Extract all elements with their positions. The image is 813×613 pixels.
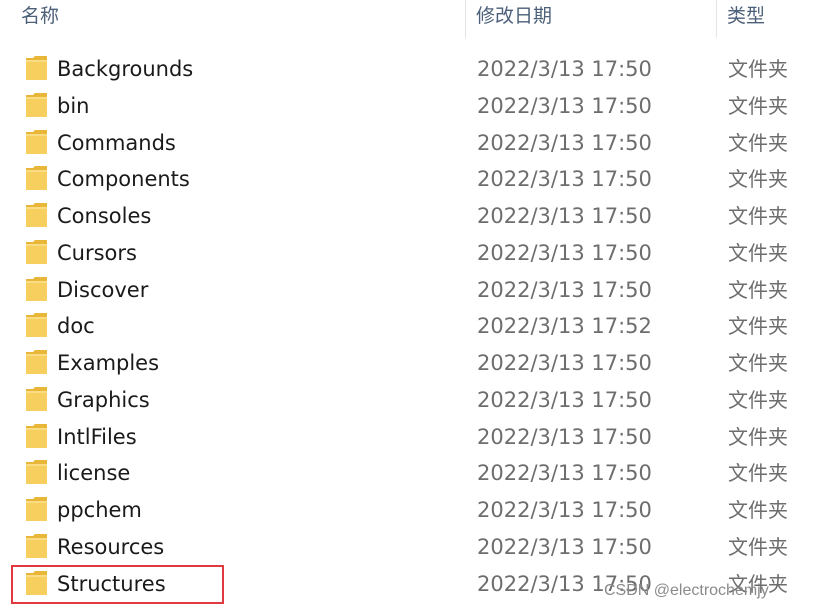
file-type: 文件夹 xyxy=(728,130,788,155)
file-row[interactable]: Cursors 2022/3/13 17:50 文件夹 xyxy=(0,235,813,272)
file-name: Resources xyxy=(57,534,165,559)
date-modified: 2022/3/13 17:50 xyxy=(477,167,652,192)
file-list: Backgrounds 2022/3/13 17:50 文件夹 bin 2022/3/1… xyxy=(0,51,813,602)
column-header-date-modified[interactable]: 修改日期 xyxy=(476,0,712,38)
folder-icon xyxy=(26,570,47,595)
file-type: 文件夹 xyxy=(728,314,788,339)
date-modified: 2022/3/13 17:50 xyxy=(477,498,652,522)
file-name: Structures xyxy=(57,571,166,596)
column-divider[interactable] xyxy=(465,0,466,38)
date-modified: 2022/3/13 17:50 xyxy=(477,57,652,81)
file-type: 文件夹 xyxy=(728,57,788,81)
folder-icon xyxy=(26,56,47,80)
date-modified: 2022/3/13 17:50 xyxy=(477,240,652,265)
file-type: 文件夹 xyxy=(728,387,788,412)
folder-icon xyxy=(26,239,47,264)
date-modified: 2022/3/13 17:50 xyxy=(477,277,652,302)
date-modified: 2022/3/13 17:50 xyxy=(477,351,652,375)
file-name: Commands xyxy=(57,130,176,155)
file-row[interactable]: Examples 2022/3/13 17:50 文件夹 xyxy=(0,345,813,382)
file-row[interactable]: license 2022/3/13 17:50 文件夹 xyxy=(0,455,813,492)
folder-icon xyxy=(26,386,47,411)
file-name: Consoles xyxy=(57,204,152,228)
file-row[interactable]: Components 2022/3/13 17:50 文件夹 xyxy=(0,161,813,198)
file-type: 文件夹 xyxy=(728,534,788,559)
file-name: Examples xyxy=(57,351,160,375)
file-row[interactable]: Graphics 2022/3/13 17:50 文件夹 xyxy=(0,382,813,419)
folder-icon xyxy=(26,203,47,227)
file-row[interactable]: Backgrounds 2022/3/13 17:50 文件夹 xyxy=(0,51,813,88)
file-name: Graphics xyxy=(57,387,150,412)
file-name: ppchem xyxy=(57,498,142,522)
file-type: 文件夹 xyxy=(728,240,788,265)
file-name: doc xyxy=(57,314,95,339)
file-type: 文件夹 xyxy=(728,461,788,486)
file-row[interactable]: Commands 2022/3/13 17:50 文件夹 xyxy=(0,125,813,162)
folder-icon xyxy=(26,350,47,374)
folder-icon xyxy=(26,423,47,448)
file-row[interactable]: bin 2022/3/13 17:50 文件夹 xyxy=(0,88,813,125)
file-type: 文件夹 xyxy=(728,93,788,118)
folder-icon xyxy=(26,313,47,338)
date-modified: 2022/3/13 17:50 xyxy=(477,424,652,449)
date-modified: 2022/3/13 17:50 xyxy=(477,204,652,228)
file-name: IntlFiles xyxy=(57,424,137,449)
file-type: 文件夹 xyxy=(728,277,788,302)
folder-icon xyxy=(26,129,47,154)
file-row[interactable]: Resources 2022/3/13 17:50 文件夹 xyxy=(0,529,813,566)
file-name: Backgrounds xyxy=(57,57,194,81)
file-row[interactable]: ppchem 2022/3/13 17:50 文件夹 xyxy=(0,492,813,529)
folder-icon xyxy=(26,276,47,301)
date-modified: 2022/3/13 17:52 xyxy=(477,314,652,339)
column-header-type[interactable]: 类型 xyxy=(727,0,813,38)
date-modified: 2022/3/13 17:50 xyxy=(477,461,652,486)
file-row[interactable]: IntlFiles 2022/3/13 17:50 文件夹 xyxy=(0,419,813,456)
folder-icon xyxy=(26,92,47,117)
folder-icon xyxy=(26,460,47,485)
file-type: 文件夹 xyxy=(728,424,788,449)
file-type: 文件夹 xyxy=(728,204,788,228)
file-row[interactable]: Discover 2022/3/13 17:50 文件夹 xyxy=(0,272,813,309)
watermark: CSDN @electrochemjy xyxy=(604,582,769,599)
column-header-name[interactable]: 名称 xyxy=(21,0,461,38)
date-modified: 2022/3/13 17:50 xyxy=(477,387,652,412)
file-row[interactable]: doc 2022/3/13 17:52 文件夹 xyxy=(0,308,813,345)
date-modified: 2022/3/13 17:50 xyxy=(477,534,652,559)
file-row[interactable]: Consoles 2022/3/13 17:50 文件夹 xyxy=(0,198,813,235)
date-modified: 2022/3/13 17:50 xyxy=(477,130,652,155)
file-type: 文件夹 xyxy=(728,167,788,192)
file-name: license xyxy=(57,461,131,486)
column-header-bar: 名称 修改日期 类型 xyxy=(0,0,813,38)
file-name: Cursors xyxy=(57,240,137,265)
file-explorer-list: 名称 修改日期 类型 Backgrounds 2022/3/13 17:50 文件夹… xyxy=(0,0,813,613)
column-divider[interactable] xyxy=(716,0,717,38)
folder-icon xyxy=(26,166,47,191)
file-name: Components xyxy=(57,167,190,192)
date-modified: 2022/3/13 17:50 xyxy=(477,93,652,118)
folder-icon xyxy=(26,497,47,521)
folder-icon xyxy=(26,533,47,558)
file-type: 文件夹 xyxy=(728,351,788,375)
file-type: 文件夹 xyxy=(728,498,788,522)
file-name: Discover xyxy=(57,277,149,302)
file-name: bin xyxy=(57,93,90,118)
